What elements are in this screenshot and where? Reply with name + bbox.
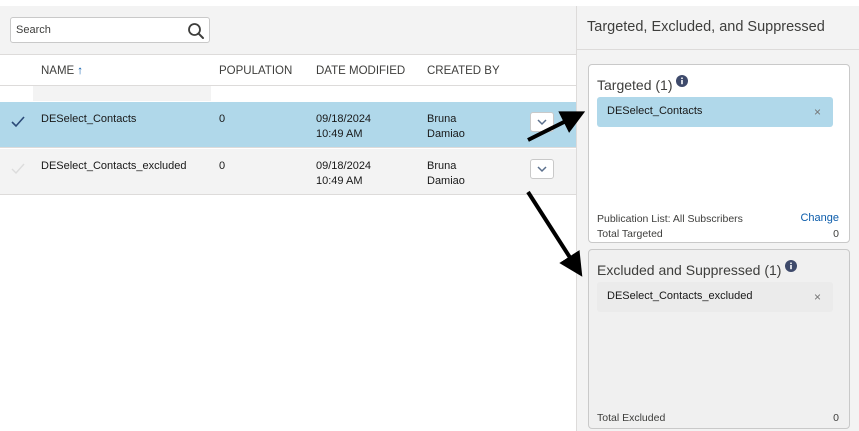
close-icon[interactable]: × [814,290,821,304]
row-creator-last: Damiao [427,175,465,187]
column-header-date-modified[interactable]: DATE MODIFIED [316,65,405,77]
row-date: 09/18/2024 [316,160,372,172]
chevron-down-icon [537,119,547,126]
targeted-item-pill[interactable]: DESelect_Contacts × [597,97,833,127]
targeted-excluded-panel: Targeted, Excluded, and Suppressed Targe… [576,6,859,431]
targeted-dropzone[interactable]: Targeted (1) DESelect_Contacts × Publica… [588,64,850,243]
panel-divider [577,49,859,50]
column-header-population[interactable]: POPULATION [219,65,292,77]
name-column-filter [33,86,211,101]
panel-title: Targeted, Excluded, and Suppressed [587,19,825,35]
row-name: DESelect_Contacts_excluded [41,160,187,172]
table-row[interactable]: DESelect_Contacts 0 09/18/2024 10:49 AM B… [0,102,576,148]
search-icon[interactable] [187,22,205,40]
total-excluded-value: 0 [833,412,839,424]
row-date-modified: 09/18/2024 10:49 AM [316,159,371,189]
row-population: 0 [219,113,226,125]
excluded-title: Excluded and Suppressed (1) [597,260,798,278]
checkmark-icon[interactable] [10,114,26,130]
total-targeted-label: Total Targeted [597,228,663,240]
row-population: 0 [219,160,226,172]
column-header-name-label: NAME [41,65,75,77]
row-date-modified: 09/18/2024 10:49 AM [316,112,371,142]
sort-ascending-icon[interactable]: ↑ [77,65,83,77]
row-actions-button[interactable] [530,112,554,132]
excluded-item-pill[interactable]: DESelect_Contacts_excluded × [597,282,833,312]
total-excluded-label: Total Excluded [597,412,666,424]
excluded-title-text: Excluded and Suppressed (1) [597,262,782,278]
excluded-dropzone[interactable]: Excluded and Suppressed (1) DESelect_Con… [588,249,850,429]
row-creator-first: Bruna [427,160,457,172]
close-icon[interactable]: × [814,105,821,119]
search-input[interactable] [16,22,176,38]
checkmark-icon[interactable] [10,161,26,177]
row-date: 09/18/2024 [316,113,372,125]
row-time: 10:49 AM [316,128,363,140]
info-icon[interactable] [785,260,798,272]
row-created-by: Bruna Damiao [427,159,465,189]
publication-list-label: Publication List: All Subscribers [597,213,743,225]
targeted-title-text: Targeted (1) [597,77,673,93]
targeted-item-label: DESelect_Contacts [607,105,703,117]
targeted-title: Targeted (1) [597,75,689,93]
row-creator-last: Damiao [427,128,465,140]
total-targeted-value: 0 [833,228,839,240]
data-extension-list: NAME↑ POPULATION DATE MODIFIED CREATED B… [0,6,576,431]
row-created-by: Bruna Damiao [427,112,465,142]
table-row[interactable]: DESelect_Contacts_excluded 0 09/18/2024 1… [0,149,576,195]
chevron-down-icon [537,166,547,173]
search-box[interactable] [10,17,210,43]
column-header-name[interactable]: NAME ↑ [41,65,83,77]
excluded-item-label: DESelect_Contacts_excluded [607,290,753,302]
row-name: DESelect_Contacts [41,113,137,125]
list-toolbar [0,6,576,55]
info-icon[interactable] [676,75,689,87]
column-header-created-by[interactable]: CREATED BY [427,65,500,77]
table-header: NAME ↑ POPULATION DATE MODIFIED CREATED B… [0,56,576,86]
row-actions-button[interactable] [530,159,554,179]
row-time: 10:49 AM [316,175,363,187]
row-creator-first: Bruna [427,113,457,125]
change-publication-link[interactable]: Change [800,212,839,224]
